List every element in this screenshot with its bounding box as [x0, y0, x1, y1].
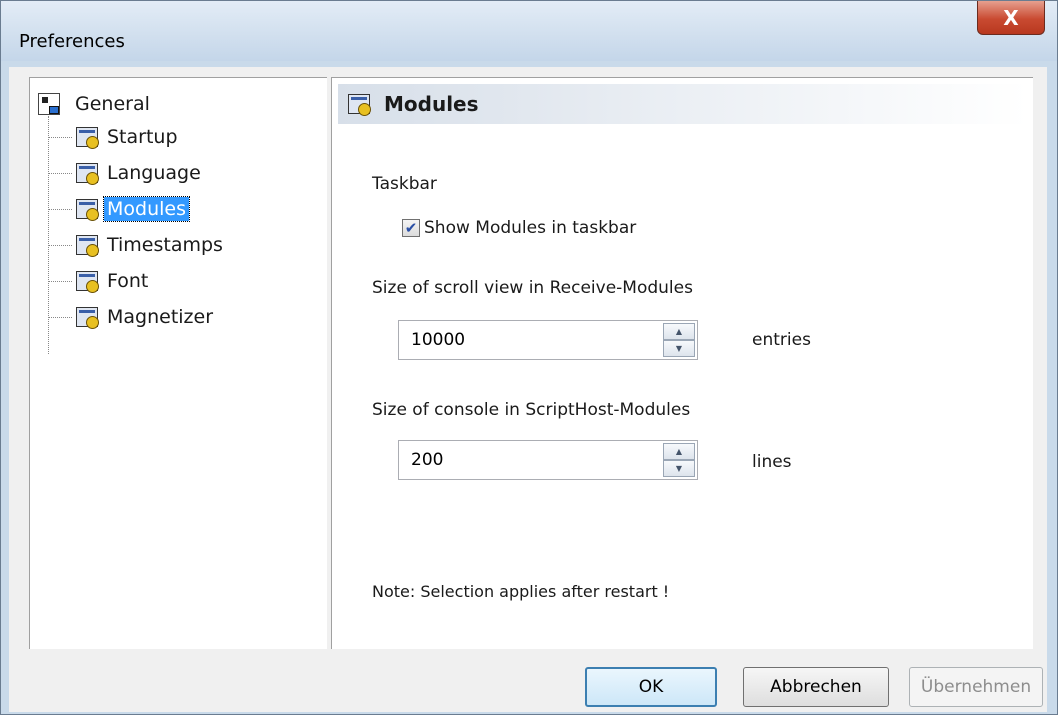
console-size-input[interactable]	[399, 441, 661, 479]
module-icon	[76, 163, 99, 185]
ok-button[interactable]: OK	[585, 667, 717, 707]
preferences-window: Preferences X General Startup Language M…	[0, 0, 1058, 715]
spin-down-icon[interactable]: ▼	[663, 340, 695, 357]
tree-item-label: Language	[107, 162, 201, 184]
spin-down-icon[interactable]: ▼	[663, 460, 695, 477]
cancel-button[interactable]: Abbrechen	[743, 667, 889, 707]
title-bar[interactable]: Preferences X	[1, 1, 1057, 61]
scroll-size-input[interactable]	[399, 321, 661, 359]
taskbar-group-label: Taskbar	[372, 174, 437, 194]
tree-item-language[interactable]: Language	[48, 158, 204, 188]
scroll-size-spin-buttons[interactable]: ▲ ▼	[663, 323, 695, 357]
show-modules-in-taskbar-checkbox[interactable]: ✔ Show Modules in taskbar	[402, 218, 636, 238]
tree-item-label: Font	[107, 270, 149, 292]
module-icon	[76, 307, 99, 329]
checkbox-label: Show Modules in taskbar	[424, 218, 637, 238]
console-size-label: Size of console in ScriptHost-Modules	[372, 400, 691, 420]
tree-item-label: General	[75, 93, 150, 115]
tree-item-label: Timestamps	[107, 234, 223, 256]
scroll-size-label: Size of scroll view in Receive-Modules	[372, 278, 693, 298]
dialog-client-area: General Startup Language Modules Timesta…	[9, 67, 1047, 712]
window-title: Preferences	[19, 31, 125, 52]
close-icon: X	[1003, 5, 1019, 30]
module-icon	[348, 94, 371, 116]
tree-item-timestamps[interactable]: Timestamps	[48, 230, 226, 260]
checkbox-box[interactable]: ✔	[402, 219, 420, 237]
apply-button[interactable]: Übernehmen	[909, 667, 1043, 707]
console-size-spin-buttons[interactable]: ▲ ▼	[663, 443, 695, 477]
spin-up-icon[interactable]: ▲	[663, 323, 695, 340]
settings-panel: Modules Taskbar ✔ Show Modules in taskba…	[331, 77, 1033, 649]
tree-item-label: Magnetizer	[107, 306, 214, 328]
panel-header: Modules	[338, 84, 1028, 124]
restart-note: Note: Selection applies after restart !	[372, 582, 670, 601]
tree-icon	[38, 93, 60, 115]
close-button[interactable]: X	[977, 1, 1045, 35]
tree-item-label: Startup	[107, 126, 178, 148]
module-icon	[76, 235, 99, 257]
tree-item-label: Modules	[103, 196, 190, 222]
scroll-size-unit: entries	[752, 330, 811, 350]
tree-item-general[interactable]: General	[38, 90, 153, 118]
tree-item-magnetizer[interactable]: Magnetizer	[48, 302, 216, 332]
scroll-size-spinbox[interactable]: ▲ ▼	[398, 320, 698, 360]
console-size-unit: lines	[752, 452, 792, 472]
console-size-spinbox[interactable]: ▲ ▼	[398, 440, 698, 480]
module-icon	[76, 127, 99, 149]
tree-item-startup[interactable]: Startup	[48, 122, 181, 152]
tree-item-modules[interactable]: Modules	[48, 194, 190, 224]
module-icon	[76, 199, 99, 221]
spin-up-icon[interactable]: ▲	[663, 443, 695, 460]
panel-title: Modules	[384, 92, 479, 116]
module-icon	[76, 271, 99, 293]
tree-item-font[interactable]: Font	[48, 266, 151, 296]
preferences-tree[interactable]: General Startup Language Modules Timesta…	[29, 77, 327, 649]
